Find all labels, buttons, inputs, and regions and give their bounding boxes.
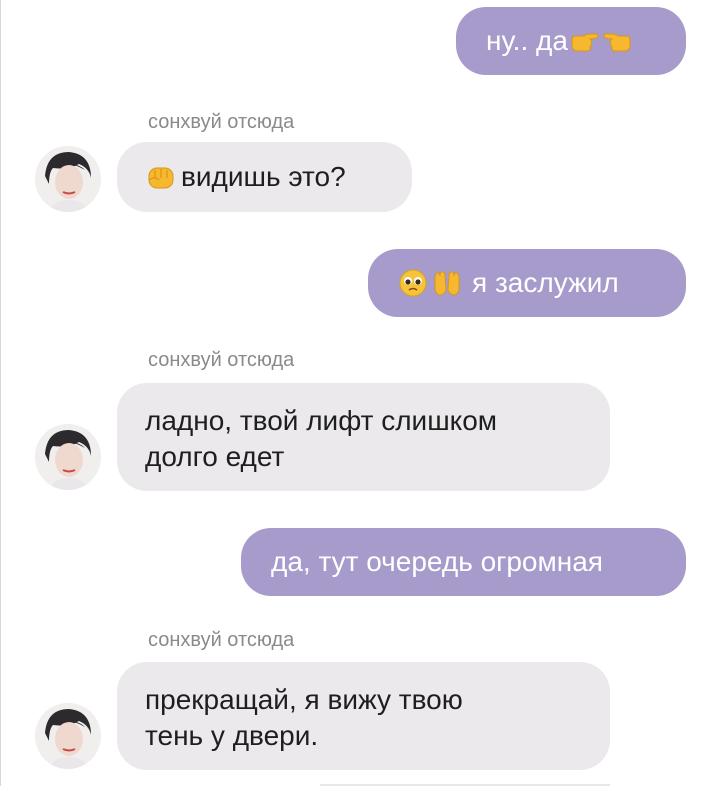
message-text: ну.. да: [486, 25, 568, 56]
message-text: видишь это?: [181, 161, 346, 192]
pleading-face-icon: [398, 268, 428, 307]
pointing-right-icon: [570, 29, 600, 65]
avatar[interactable]: [35, 424, 101, 490]
sender-name: сонхвуй отсюда: [148, 629, 295, 651]
message-line: ладно, твой лифт слишком: [145, 405, 498, 436]
sender-name: сонхвуй отсюда: [148, 111, 295, 133]
message-line: тень у двери.: [145, 720, 319, 751]
message-text: я заслужил: [472, 267, 619, 298]
open-hands-icon: [432, 268, 462, 307]
sender-name: сонхвуй отсюда: [148, 349, 295, 371]
outgoing-message-bubble[interactable]: я заслужил: [368, 249, 686, 317]
incoming-message-bubble[interactable]: прекращай, я вижу твою тень у двери.: [117, 662, 610, 770]
avatar-image: [35, 146, 101, 212]
outgoing-message-bubble[interactable]: да, тут очередь огромная: [241, 528, 686, 596]
message-text: да, тут очередь огромная: [271, 546, 603, 577]
avatar[interactable]: [35, 146, 101, 212]
message-line: долго едет: [145, 441, 285, 472]
left-border: [0, 0, 1, 786]
fist-icon: [145, 162, 177, 201]
incoming-message-bubble[interactable]: видишь это?: [117, 142, 412, 212]
pointing-left-icon: [602, 29, 632, 65]
message-line: прекращай, я вижу твою: [145, 684, 463, 715]
avatar-image: [35, 703, 101, 769]
avatar-image: [35, 424, 101, 490]
avatar[interactable]: [35, 703, 101, 769]
incoming-message-bubble[interactable]: ладно, твой лифт слишком долго едет: [117, 383, 610, 491]
outgoing-message-bubble[interactable]: ну.. да: [456, 7, 686, 75]
